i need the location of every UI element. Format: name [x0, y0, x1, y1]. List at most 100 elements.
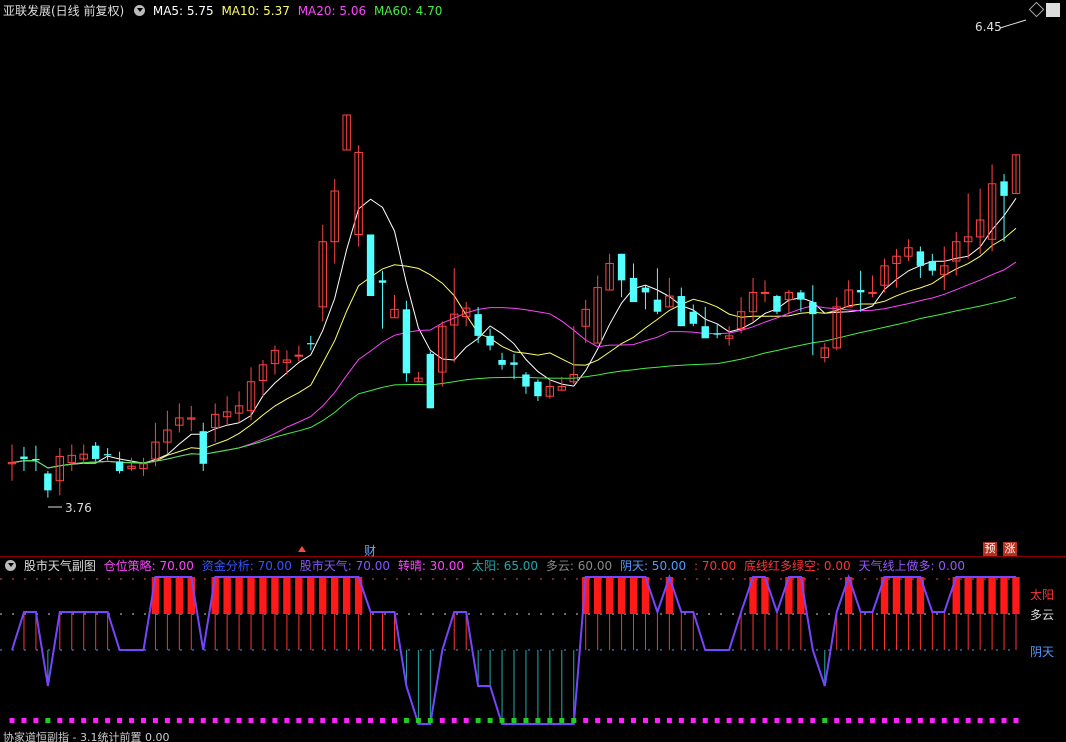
candle-body [809, 302, 817, 315]
chart-canvas [0, 19, 1027, 725]
trend-square [164, 718, 170, 723]
trend-square [642, 718, 648, 723]
trend-square [439, 718, 445, 723]
trend-square [977, 718, 983, 723]
trend-square [9, 718, 15, 723]
ma60-line [11, 296, 1017, 469]
candle-body [868, 291, 877, 294]
sun-block [271, 577, 279, 614]
sub-item-8: 底线红多绿空: 0.00 [744, 559, 851, 573]
trend-square [224, 718, 230, 723]
sun-block [605, 577, 614, 614]
candle-body [773, 296, 781, 312]
sun-block [331, 577, 339, 614]
sun-block [295, 577, 303, 614]
trend-square [786, 718, 792, 723]
candle-body [856, 290, 865, 293]
trend-square [140, 718, 146, 723]
forecast-marker[interactable]: 预 [983, 542, 997, 556]
trend-square [583, 718, 589, 723]
sun-block [904, 577, 913, 614]
sub-item-4: 太阳: 65.00 [471, 559, 539, 573]
candle-body [91, 445, 100, 459]
trend-square [511, 718, 517, 723]
trend-square [212, 718, 218, 723]
trend-square [690, 718, 696, 723]
trend-square [129, 718, 135, 723]
candle-body [366, 234, 375, 297]
dropdown-icon[interactable] [5, 560, 16, 571]
candle-body [522, 374, 530, 387]
sun-block [175, 577, 184, 614]
trend-square [738, 718, 744, 723]
trend-square [380, 718, 386, 723]
candle-body [689, 311, 697, 324]
trend-square [260, 718, 266, 723]
rise-marker[interactable]: 涨 [1003, 542, 1017, 556]
subchart-title: 股市天气副图 [23, 559, 96, 573]
trend-square [308, 718, 314, 723]
trend-square [810, 718, 816, 723]
candle-body [498, 360, 506, 365]
sun-block [259, 577, 267, 614]
trend-square [368, 718, 374, 723]
trend-square [917, 718, 923, 723]
sun-block [163, 577, 172, 614]
trend-square [774, 718, 780, 723]
trend-square [595, 718, 601, 723]
candle-body [402, 309, 411, 374]
candle-body [32, 458, 40, 461]
trend-square [882, 718, 888, 723]
trend-square [403, 718, 409, 723]
sub-item-6: 阴天: 50.00 [619, 559, 687, 573]
candle-body [928, 261, 937, 271]
trend-square [953, 718, 959, 723]
trend-square [427, 718, 433, 723]
trend-square [344, 718, 350, 723]
trend-square [272, 718, 278, 723]
trend-square [1001, 718, 1007, 723]
candle-body [641, 287, 650, 293]
candlestick-plot [7, 19, 1027, 552]
sub-item-7: : 70.00 [694, 559, 737, 573]
sub-item-5: 多云: 60.00 [545, 559, 613, 573]
trend-square [475, 718, 481, 723]
trend-square [284, 718, 290, 723]
sun-block [617, 577, 626, 614]
candle-body [510, 362, 518, 365]
sun-block [319, 577, 327, 614]
trend-square [870, 718, 876, 723]
trend-square [451, 718, 457, 723]
trend-square [1013, 718, 1019, 723]
candle-body [199, 431, 207, 464]
trend-square [463, 718, 469, 723]
candle-body [294, 354, 304, 357]
candle-body [20, 456, 28, 459]
candle-body [103, 454, 112, 456]
sun-block [1012, 577, 1020, 614]
trend-square [415, 718, 421, 723]
candle-body [713, 333, 721, 335]
trend-square [248, 718, 254, 723]
candle-body [653, 299, 662, 312]
maximize-icon[interactable] [1046, 3, 1060, 17]
candle-body [378, 280, 387, 283]
level-sun: 太阳 [1030, 588, 1055, 602]
candle-body [115, 461, 124, 472]
trend-square [236, 718, 242, 723]
sun-block [593, 577, 602, 614]
level-overcast: 阴天 [1030, 645, 1055, 659]
trend-square [929, 718, 935, 723]
trend-square [714, 718, 720, 723]
sub-item-0: 仓位策略: 70.00 [103, 559, 194, 573]
level-cloudy: 多云 [1030, 608, 1055, 622]
subchart-header: 股市天气副图 仓位策略: 70.00 资金分析: 70.00 股市天气: 70.… [3, 557, 969, 575]
trend-square [320, 718, 326, 723]
sun-block [235, 577, 243, 614]
trend-square [822, 718, 828, 723]
sun-block [283, 577, 291, 614]
trend-square [893, 718, 899, 723]
sun-block [892, 577, 901, 614]
sun-block [1000, 577, 1008, 614]
trend-square [965, 718, 971, 723]
